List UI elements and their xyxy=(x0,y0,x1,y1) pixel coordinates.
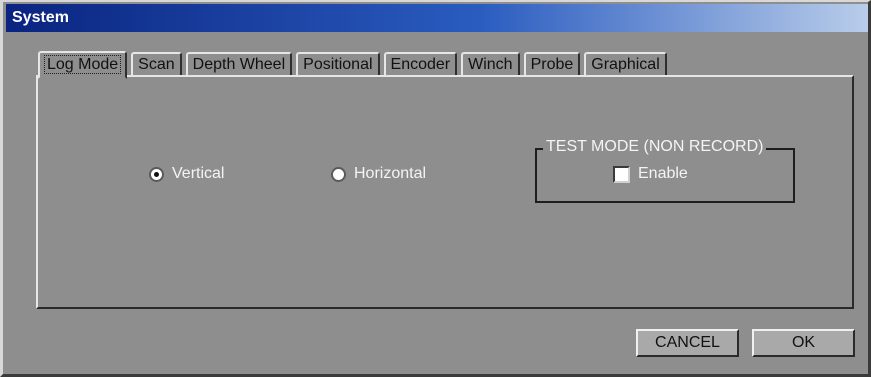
tab-depth-wheel[interactable]: Depth Wheel xyxy=(185,52,293,77)
tab-strip: Log Mode Scan Depth Wheel Positional Enc… xyxy=(38,49,671,79)
tab-probe[interactable]: Probe xyxy=(523,52,581,77)
window-title: System xyxy=(6,4,868,32)
log-mode-panel xyxy=(36,75,854,309)
cancel-button[interactable]: CANCEL xyxy=(636,329,739,357)
tab-log-mode-label: Log Mode xyxy=(43,55,122,74)
tab-winch[interactable]: Winch xyxy=(461,52,520,77)
tab-scan[interactable]: Scan xyxy=(131,52,182,77)
ok-button[interactable]: OK xyxy=(752,329,855,357)
tab-log-mode[interactable]: Log Mode xyxy=(38,51,128,79)
tab-encoder[interactable]: Encoder xyxy=(383,52,458,77)
tab-graphical[interactable]: Graphical xyxy=(584,52,667,77)
tab-positional[interactable]: Positional xyxy=(296,52,380,77)
